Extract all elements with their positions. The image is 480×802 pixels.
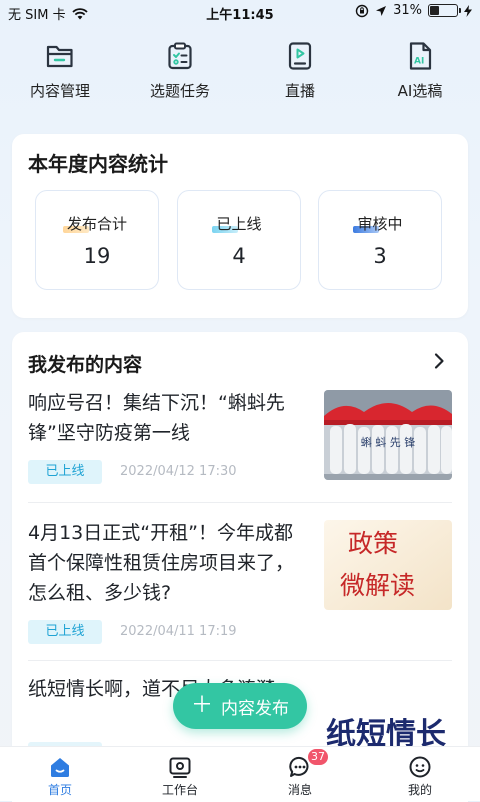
content-item-thumbnail: 政策 微解读 — [324, 520, 452, 610]
quick-item-content-management[interactable]: 内容管理 — [0, 40, 120, 110]
content-item-title: 4月13日正式“开租”！今年成都首个保障性租赁住房项目来了，怎么租、多少钱? — [28, 522, 295, 604]
stat-online[interactable]: 已上线 4 — [177, 190, 301, 290]
unread-count-badge: 37 — [308, 749, 328, 765]
svg-text:蝌 蚪 先 锋: 蝌 蚪 先 锋 — [361, 436, 416, 449]
stat-reviewing[interactable]: 审核中 3 — [318, 190, 442, 290]
content-item[interactable]: 响应号召！集结下沉！“蝌蚪先锋”坚守防疫第一线 蝌 蚪 先 锋 已上线 2022… — [28, 388, 452, 500]
publish-content-button[interactable]: ＋ 内容发布 — [173, 683, 307, 729]
my-content-title: 我发布的内容 — [28, 354, 143, 376]
ai-document-icon: AI — [409, 42, 432, 70]
content-item[interactable]: 4月13日正式“开租”！今年成都首个保障性租赁住房项目来了，怎么租、多少钱? 政… — [28, 518, 452, 652]
tab-label: 我的 — [407, 783, 432, 797]
quick-item-topic-tasks[interactable]: 选题任务 — [120, 40, 240, 110]
charging-icon — [464, 4, 472, 17]
content-item-title: 响应号召！集结下沉！“蝌蚪先锋”坚守防疫第一线 — [28, 392, 285, 444]
svg-text:微解读: 微解读 — [340, 571, 415, 600]
battery-percent: 31% — [393, 3, 422, 18]
content-item-thumbnail: 蝌 蚪 先 锋 — [324, 390, 452, 480]
annual-stats-card: 本年度内容统计 发布合计 19 已上线 4 审核中 3 — [12, 134, 468, 318]
location-icon — [376, 5, 387, 16]
publish-label: 内容发布 — [221, 698, 289, 719]
stat-published-total[interactable]: 发布合计 19 — [35, 190, 159, 290]
tab-label: 工作台 — [161, 783, 198, 797]
tab-profile[interactable]: 我的 — [360, 747, 480, 801]
folder-icon — [46, 45, 73, 68]
status-bar: 无 SIM 卡 上午11:45 31% — [0, 0, 480, 24]
battery-icon — [428, 4, 461, 17]
quick-item-label: 内容管理 — [29, 82, 90, 100]
home-icon — [51, 758, 69, 777]
my-content-card: 我发布的内容 响应号召！集结下沉！“蝌蚪先锋”坚守防疫第一线 蝌 蚪 先 锋 已… — [12, 332, 468, 802]
stat-value: 3 — [373, 244, 387, 268]
plus-icon: ＋ — [190, 693, 213, 718]
stat-label: 审核中 — [353, 215, 403, 233]
stat-label: 已上线 — [212, 215, 262, 233]
profile-icon — [409, 756, 431, 778]
divider — [28, 660, 452, 661]
svg-text:政策: 政策 — [348, 529, 398, 558]
tab-label: 消息 — [287, 783, 312, 797]
tab-home[interactable]: 首页 — [0, 747, 120, 801]
stat-label: 发布合计 — [62, 215, 127, 233]
bottom-tab-bar: 首页 工作台 消息 37 我的 — [0, 746, 480, 801]
workbench-icon — [169, 757, 191, 778]
stats-title: 本年度内容统计 — [28, 152, 168, 176]
chevron-right-icon[interactable] — [428, 350, 450, 372]
stat-value: 19 — [83, 244, 111, 268]
stat-value: 4 — [232, 244, 246, 268]
tab-workbench[interactable]: 工作台 — [120, 747, 240, 801]
quick-item-label: 直播 — [284, 82, 315, 100]
quick-nav: 内容管理 选题任务 直播 AI AI选稿 — [0, 40, 480, 110]
tab-messages[interactable]: 消息 37 — [240, 747, 360, 801]
quick-item-ai-selection[interactable]: AI AI选稿 — [360, 40, 480, 110]
divider — [28, 502, 452, 503]
status-badge: 已上线 — [28, 460, 102, 484]
tab-label: 首页 — [47, 783, 72, 797]
volunteers-photo-image: 蝌 蚪 先 锋 — [324, 390, 452, 480]
live-play-icon — [288, 42, 312, 70]
policy-explainer-image: 政策 微解读 — [324, 520, 452, 610]
status-badge: 已上线 — [28, 620, 102, 644]
content-item-time: 2022/04/12 17:30 — [120, 464, 237, 479]
svg-text:AI: AI — [414, 57, 424, 67]
orientation-lock-icon — [355, 4, 369, 17]
quick-item-label: 选题任务 — [149, 82, 210, 100]
quick-item-live[interactable]: 直播 — [240, 40, 360, 110]
content-item-time: 2022/04/11 17:19 — [120, 624, 237, 639]
quick-item-label: AI选稿 — [397, 82, 443, 100]
clipboard-task-icon — [168, 42, 192, 70]
